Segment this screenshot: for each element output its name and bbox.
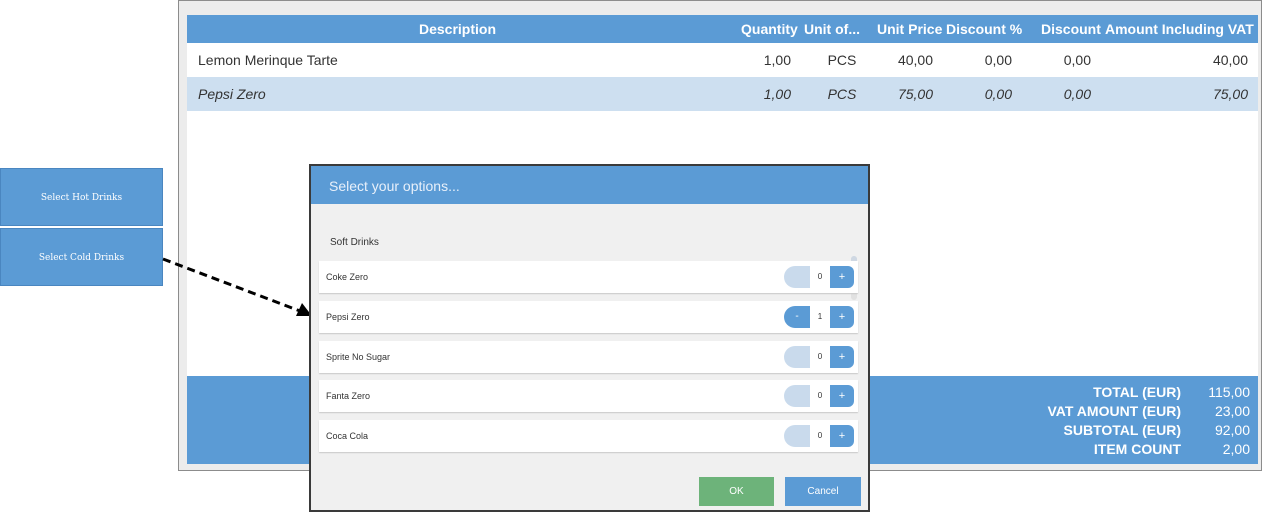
vat-amount-label: VAT AMOUNT (EUR) [1047,403,1182,419]
option-row-pepsi-zero: Pepsi Zero - 1 + [319,301,858,333]
option-row-coke-zero: Coke Zero 0 + [319,261,858,293]
options-dialog: Select your options... Soft Drinks Coke … [309,164,870,512]
item-count-label: ITEM COUNT [1093,441,1181,457]
option-quantity: 0 [810,266,830,288]
select-cold-drinks-button[interactable]: Select Cold Drinks [0,228,163,286]
decrement-button[interactable]: - [784,306,810,328]
decrement-button[interactable] [784,266,810,288]
total-label: TOTAL (EUR) [1093,384,1181,400]
increment-button[interactable]: + [830,266,854,288]
line-amount: 75,00 [1212,86,1248,102]
increment-button[interactable]: + [830,346,854,368]
col-quantity[interactable]: Quantity [741,15,798,43]
line-amount: 40,00 [1212,52,1248,68]
option-name: Pepsi Zero [326,312,370,322]
line-quantity: 1,00 [763,52,791,68]
line-unit: PCS [827,86,857,102]
quantity-stepper: 0 + [784,385,856,407]
option-name: Sprite No Sugar [326,352,391,362]
dialog-title: Select your options... [329,178,460,194]
ok-button[interactable]: OK [699,477,774,506]
option-group-title: Soft Drinks [330,237,379,248]
col-description[interactable]: Description [419,15,496,43]
item-count-value: 2,00 [1222,441,1250,457]
increment-button[interactable]: + [830,306,854,328]
line-discount-pct: 0,00 [984,86,1012,102]
line-unit-price: 75,00 [897,86,933,102]
line-discount: 0,00 [1063,52,1091,68]
subtotal-label: SUBTOTAL (EUR) [1063,422,1181,438]
total-value: 115,00 [1208,384,1250,400]
option-quantity: 0 [810,425,830,447]
option-name: Coca Cola [326,431,369,441]
select-hot-drinks-button[interactable]: Select Hot Drinks [0,168,163,226]
option-quantity: 0 [810,346,830,368]
vat-amount-value: 23,00 [1214,403,1250,419]
table-header: Description Quantity Unit of... Unit Pri… [187,15,1258,43]
decrement-button[interactable] [784,425,810,447]
line-quantity: 1,00 [763,86,791,102]
col-discount-pct[interactable]: Discount % [946,15,1022,43]
option-row-sprite-no-sugar: Sprite No Sugar 0 + [319,341,858,373]
line-discount-pct: 0,00 [984,52,1012,68]
option-row-fanta-zero: Fanta Zero 0 + [319,380,858,412]
col-unit[interactable]: Unit of... [804,15,860,43]
cancel-button[interactable]: Cancel [785,477,861,506]
subtotal-value: 92,00 [1214,422,1250,438]
line-description: Pepsi Zero [198,86,266,102]
option-row-coca-cola: Coca Cola 0 + [319,420,858,452]
col-discount[interactable]: Discount [1041,15,1101,43]
table-row[interactable]: Pepsi Zero 1,00 PCS 75,00 0,00 0,00 75,0… [187,77,1258,111]
decrement-button[interactable] [784,385,810,407]
dialog-header: Select your options... [311,166,868,204]
option-name: Coke Zero [326,272,369,282]
option-quantity: 0 [810,385,830,407]
line-unit: PCS [827,52,857,68]
quantity-stepper: 0 + [784,425,856,447]
table-row[interactable]: Lemon Merinque Tarte 1,00 PCS 40,00 0,00… [187,43,1258,77]
quantity-stepper: 0 + [784,346,856,368]
quantity-stepper: 0 + [784,266,856,288]
quantity-stepper: - 1 + [784,306,856,328]
decrement-button[interactable] [784,346,810,368]
increment-button[interactable]: + [830,385,854,407]
col-amount-incl-vat[interactable]: Amount Including VAT [1105,15,1254,43]
line-unit-price: 40,00 [897,52,933,68]
line-description: Lemon Merinque Tarte [198,52,338,68]
increment-button[interactable]: + [830,425,854,447]
option-quantity: 1 [810,306,830,328]
line-discount: 0,00 [1063,86,1091,102]
option-name: Fanta Zero [326,391,371,401]
col-unit-price[interactable]: Unit Price [877,15,942,43]
